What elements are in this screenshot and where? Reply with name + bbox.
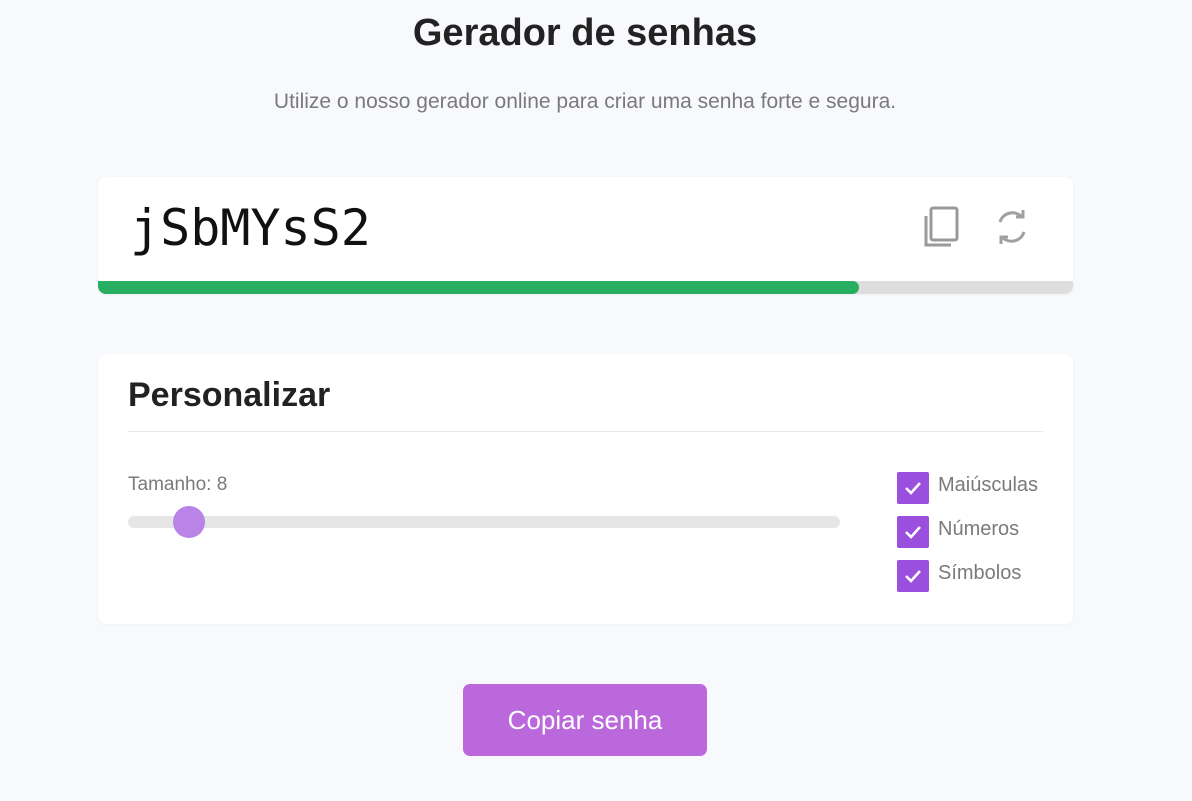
option-numbers[interactable]: Números [897,516,1019,548]
option-uppercase[interactable]: Maiúsculas [897,472,1038,504]
numbers-checkbox[interactable] [897,516,929,548]
numbers-label: Números [938,517,1020,540]
generated-password: jSbMYsS2 [130,199,371,257]
symbols-label: Símbolos [938,561,1022,584]
copy-icon [924,206,959,247]
check-icon [905,482,921,495]
strength-bar-fill [98,281,859,294]
copy-password-button[interactable] [920,203,964,251]
uppercase-checkbox[interactable] [897,472,929,504]
check-icon [905,526,921,539]
length-slider[interactable] [128,506,840,538]
copy-password-main-button[interactable]: Copiar senha [463,684,707,756]
password-card: jSbMYsS2 [98,177,1073,294]
customize-card: Personalizar Tamanho: 8 Maiúsculas Númer… [98,354,1073,624]
regenerate-password-button[interactable] [990,203,1034,251]
refresh-icon [998,210,1026,244]
customize-title: Personalizar [128,376,331,414]
check-icon [905,570,921,583]
page-title: Gerador de senhas [412,12,758,54]
option-symbols[interactable]: Símbolos [897,560,1021,592]
divider [128,431,1043,432]
length-label: Tamanho: 8 [128,474,228,495]
strength-bar [98,281,1073,294]
symbols-checkbox[interactable] [897,560,929,592]
page-subtitle: Utilize o nosso gerador online para cria… [273,90,897,113]
length-slider-thumb[interactable] [172,506,205,538]
uppercase-label: Maiúsculas [938,473,1039,496]
